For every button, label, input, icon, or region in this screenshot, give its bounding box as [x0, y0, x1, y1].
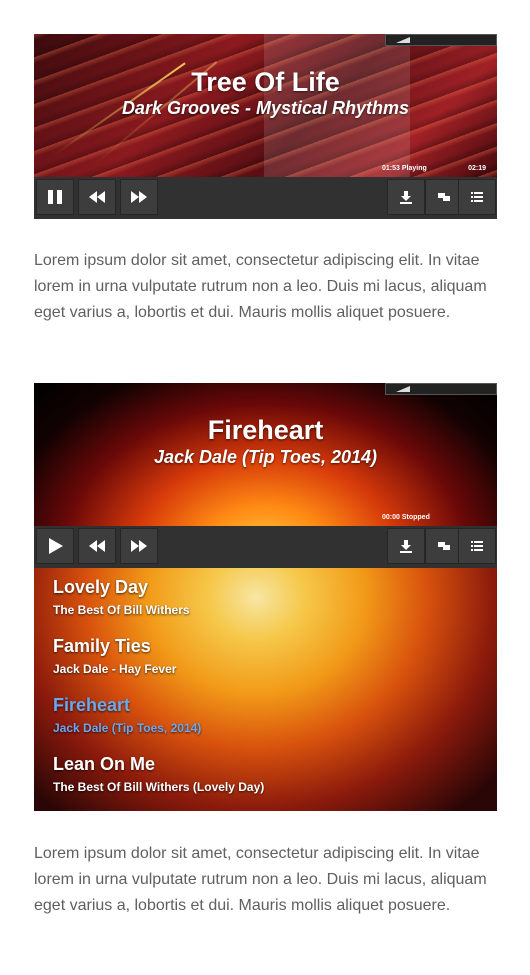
- play-button[interactable]: [36, 528, 74, 564]
- album-art-2: Fireheart Jack Dale (Tip Toes, 2014) 00:…: [34, 383, 497, 526]
- playlist-item-title: Lovely Day: [53, 577, 149, 597]
- fast-forward-icon: [131, 191, 147, 203]
- playlist-button[interactable]: [458, 179, 496, 215]
- playlist-item-subtitle: Jack Dale - Hay Fever: [53, 662, 177, 676]
- track-subtitle: Jack Dale (Tip Toes, 2014): [153, 447, 378, 467]
- rewind-button[interactable]: [78, 179, 116, 215]
- play-icon: [49, 538, 63, 554]
- download-button[interactable]: [387, 179, 425, 215]
- audio-player-1: Tree Of Life Dark Grooves - Mystical Rhy…: [34, 34, 497, 219]
- playlist-item-subtitle: The Best Of Bill Withers (Lovely Day): [53, 780, 265, 794]
- fast-forward-button[interactable]: [120, 179, 158, 215]
- volume-slider[interactable]: [385, 383, 497, 395]
- rewind-icon: [89, 540, 105, 552]
- fast-forward-button[interactable]: [120, 528, 158, 564]
- playlist-item-title: Family Ties: [53, 636, 151, 656]
- download-button[interactable]: [387, 528, 425, 564]
- playlist: Lovely Day The Best Of Bill Withers Fami…: [34, 568, 497, 811]
- download-icon: [400, 191, 412, 204]
- track-title: Fireheart: [207, 415, 324, 445]
- playlist-item-subtitle: Jack Dale (Tip Toes, 2014): [53, 721, 202, 735]
- volume-level-icon: [396, 37, 410, 43]
- control-bar: [34, 177, 497, 219]
- body-paragraph: Lorem ipsum dolor sit amet, consectetur …: [34, 252, 487, 321]
- playlist-icon: [471, 541, 483, 551]
- body-paragraph: Lorem ipsum dolor sit amet, consectetur …: [34, 845, 487, 914]
- elapsed-status: 01:53 Playing: [382, 165, 427, 172]
- fast-forward-icon: [131, 540, 147, 552]
- playlist-button[interactable]: [458, 528, 496, 564]
- pause-icon: [48, 190, 62, 204]
- playlist-item-title: Fireheart: [53, 695, 131, 715]
- playlist-item-title: Lean On Me: [53, 754, 156, 774]
- download-icon: [400, 540, 412, 553]
- pause-button[interactable]: [36, 179, 74, 215]
- popout-icon: [438, 542, 450, 550]
- playlist-icon: [471, 192, 483, 202]
- volume-slider[interactable]: [385, 34, 497, 46]
- track-title: Tree Of Life: [191, 67, 340, 97]
- track-subtitle: Dark Grooves - Mystical Rhythms: [121, 98, 410, 118]
- rewind-button[interactable]: [78, 528, 116, 564]
- track-duration: 02:19: [468, 165, 486, 172]
- elapsed-status: 00:00 Stopped: [382, 514, 430, 521]
- playlist-item-subtitle: The Best Of Bill Withers: [53, 603, 190, 617]
- playlist-item[interactable]: Lovely Day The Best Of Bill Withers: [53, 577, 487, 617]
- volume-level-icon: [396, 386, 410, 392]
- playlist-item[interactable]: Family Ties Jack Dale - Hay Fever: [53, 636, 487, 676]
- playlist-item[interactable]: Lean On Me The Best Of Bill Withers (Lov…: [53, 754, 487, 794]
- control-bar: [34, 526, 497, 568]
- album-art-1: Tree Of Life Dark Grooves - Mystical Rhy…: [34, 34, 497, 177]
- playlist-item-active[interactable]: Fireheart Jack Dale (Tip Toes, 2014): [53, 695, 487, 735]
- popout-icon: [438, 193, 450, 201]
- audio-player-2: Fireheart Jack Dale (Tip Toes, 2014) 00:…: [34, 383, 497, 811]
- rewind-icon: [89, 191, 105, 203]
